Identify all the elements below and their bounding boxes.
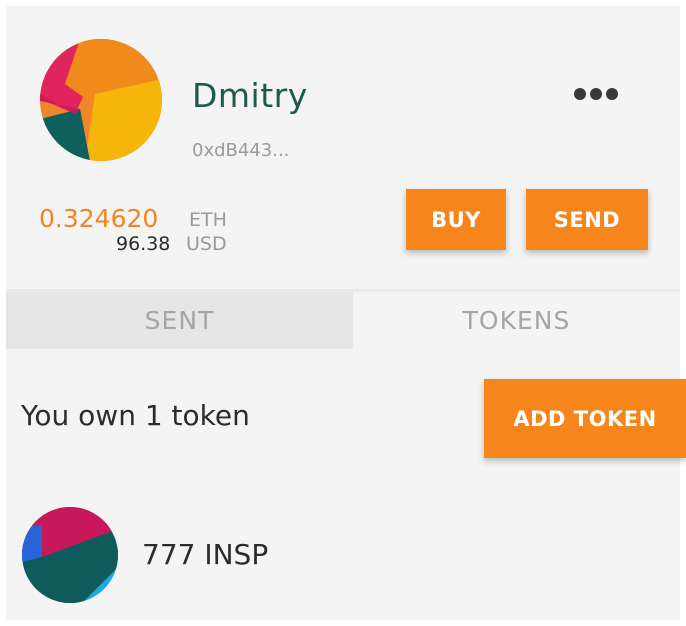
buy-button[interactable]: BUY (406, 189, 506, 250)
ellipsis-menu-icon[interactable] (574, 88, 618, 100)
account-address[interactable]: 0xdB443... (192, 140, 289, 161)
add-token-button[interactable]: ADD TOKEN (484, 379, 686, 458)
send-button[interactable]: SEND (526, 189, 648, 250)
wallet-panel: Dmitry 0xdB443... 0.324620 ETH 96.38 USD… (6, 6, 686, 620)
tab-tokens[interactable]: TOKENS (353, 292, 680, 349)
eth-balance: 0.324620 (39, 204, 159, 233)
tokens-count-text: You own 1 token (21, 399, 250, 432)
account-identicon-icon[interactable] (40, 39, 162, 161)
usd-balance: 96.38 (116, 233, 171, 255)
dot (590, 88, 602, 100)
usd-unit: USD (186, 233, 227, 255)
tab-sent[interactable]: SENT (6, 292, 353, 349)
token-item-label: 777 INSP (142, 538, 269, 571)
account-name: Dmitry (192, 76, 308, 115)
dot (606, 88, 618, 100)
eth-unit: ETH (189, 209, 227, 231)
token-identicon-icon[interactable] (22, 507, 118, 603)
dot (574, 88, 586, 100)
